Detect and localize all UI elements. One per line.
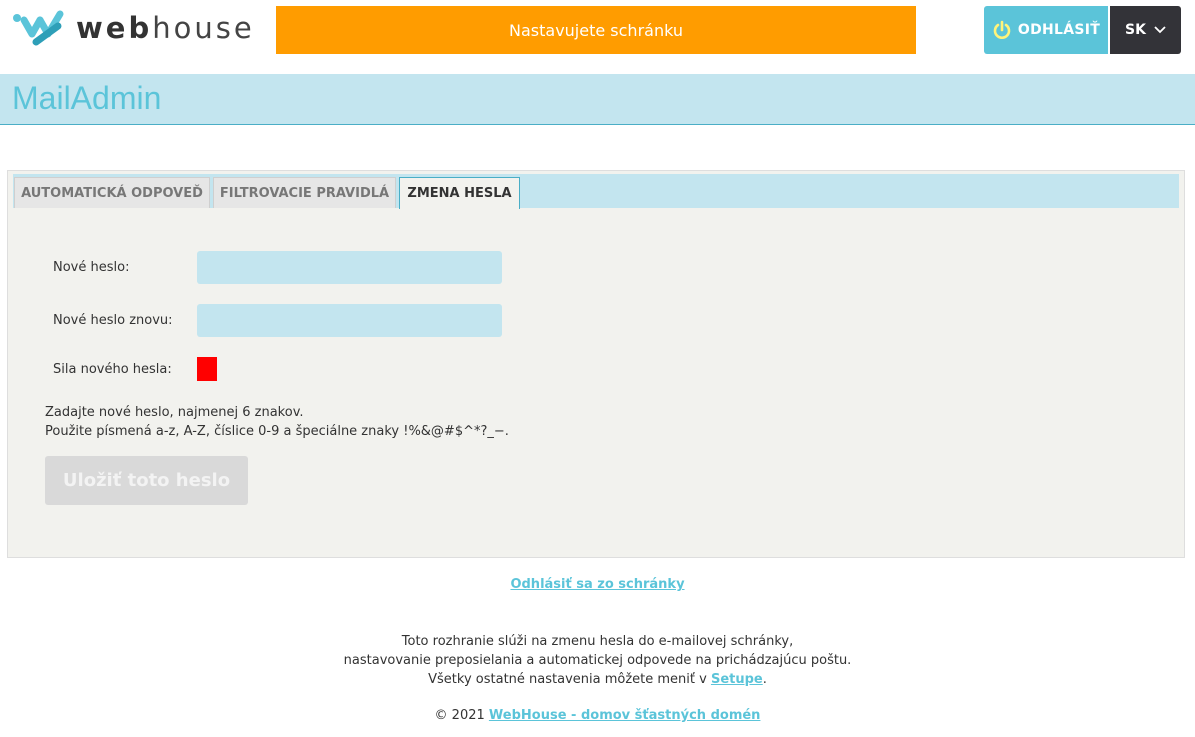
strength-label: Sila nového hesla:	[53, 362, 172, 377]
save-password-button[interactable]: Uložiť toto heslo	[45, 456, 248, 505]
logo-text-bold: web	[76, 11, 153, 45]
tab-filter-rules[interactable]: FILTROVACIE PRAVIDLÁ	[213, 177, 396, 208]
new-password-input[interactable]	[197, 251, 502, 284]
app-title: MailAdmin	[12, 80, 162, 116]
info-line-3-text: Všetky ostatné nastavenia môžete meniť v	[428, 672, 711, 687]
mailbox-banner: Nastavujete schránku	[276, 6, 916, 54]
tab-change-password[interactable]: ZMENA HESLA	[399, 177, 520, 209]
password-strength-indicator	[197, 357, 217, 381]
repeat-password-label: Nové heslo znovu:	[53, 313, 173, 328]
language-selector[interactable]: SK	[1110, 6, 1181, 54]
info-line-3: Všetky ostatné nastavenia môžete meniť v…	[0, 670, 1195, 689]
info-line-2: nastavovanie preposielania a automaticke…	[343, 653, 852, 668]
footer-info: Toto rozhranie slúži na zmenu hesla do e…	[0, 632, 1195, 689]
logout-label: ODHLÁSIŤ	[1017, 22, 1101, 38]
password-hint-chars: Použite písmená a-z, A-Z, číslice 0-9 a …	[45, 424, 509, 439]
repeat-password-input[interactable]	[197, 304, 502, 337]
top-header: webhouse Nastavujete schránku ODHLÁSIŤ S…	[0, 0, 1195, 62]
setup-link[interactable]: Setupe	[711, 672, 763, 687]
logout-link[interactable]: Odhlásiť sa zo schránky	[510, 577, 684, 592]
new-password-label: Nové heslo:	[53, 260, 130, 275]
chevron-down-icon	[1154, 26, 1166, 34]
info-line-3-suffix: .	[762, 672, 767, 687]
webhouse-logo[interactable]: webhouse	[12, 8, 255, 48]
webhouse-link[interactable]: WebHouse - domov šťastných domén	[489, 708, 761, 723]
logo-text-regular: house	[152, 11, 255, 45]
power-icon	[993, 20, 1011, 39]
settings-panel: AUTOMATICKÁ ODPOVEĎ FILTROVACIE PRAVIDLÁ…	[7, 170, 1185, 558]
copyright: © 2021 WebHouse - domov šťastných domén	[0, 708, 1195, 723]
tab-strip: AUTOMATICKÁ ODPOVEĎ FILTROVACIE PRAVIDLÁ…	[13, 174, 1179, 209]
footer-logout: Odhlásiť sa zo schránky	[0, 577, 1195, 592]
tab-auto-reply[interactable]: AUTOMATICKÁ ODPOVEĎ	[14, 177, 210, 208]
logout-button[interactable]: ODHLÁSIŤ	[984, 6, 1108, 54]
language-label: SK	[1125, 22, 1146, 38]
app-title-bar: MailAdmin	[0, 74, 1195, 125]
password-hint-length: Zadajte nové heslo, najmenej 6 znakov.	[45, 405, 304, 420]
info-line-1: Toto rozhranie slúži na zmenu hesla do e…	[401, 634, 794, 649]
logo-wordmark: webhouse	[76, 11, 255, 45]
copyright-text: © 2021	[434, 708, 489, 723]
webhouse-logo-icon	[13, 10, 64, 46]
